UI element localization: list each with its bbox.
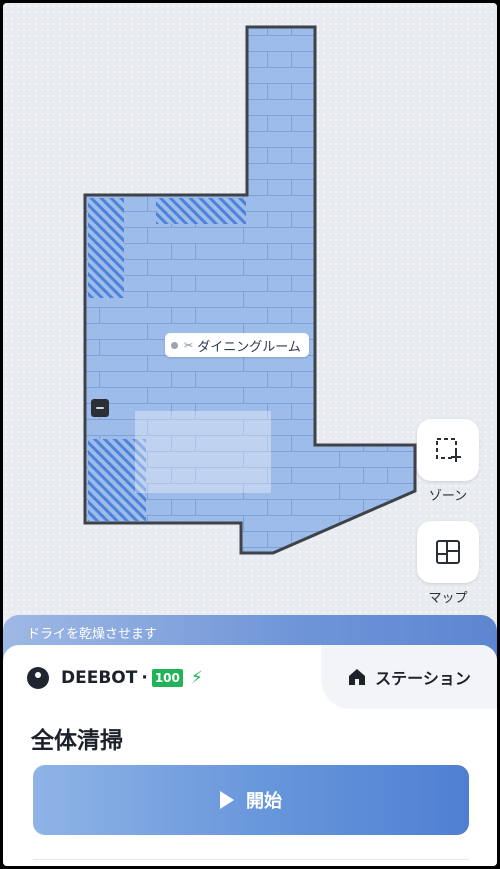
mop-area (135, 411, 271, 493)
status-text: ドライを乾燥させます (27, 627, 158, 642)
divider (33, 859, 469, 860)
control-panel: DEEBOT · 100 ⚡ ステーション 全体清掃 開始 (3, 645, 497, 866)
app-screen: ✂ ダイニングルーム ゾーン マップ ドライを乾燥させます DEEBOT · 1… (3, 3, 497, 866)
utensils-icon: ✂ (184, 338, 194, 352)
room-dot-icon (171, 341, 178, 349)
zone-button[interactable] (417, 419, 479, 481)
device-name: DEEBOT (61, 668, 138, 688)
room-label[interactable]: ✂ ダイニングルーム (165, 333, 309, 357)
station-label: ステーション (375, 669, 471, 688)
home-icon (349, 669, 366, 685)
room-label-text: ダイニングルーム (197, 339, 301, 355)
battery-badge: 100 (151, 669, 183, 687)
start-label: 開始 (246, 791, 282, 812)
robot-icon (91, 399, 109, 417)
mode-title: 全体清掃 (31, 728, 123, 754)
hatched-zone (156, 198, 246, 224)
robot-device-icon (27, 667, 49, 689)
device-info[interactable]: DEEBOT · 100 ⚡ (27, 667, 203, 689)
map-button[interactable] (417, 521, 479, 583)
start-button[interactable]: 開始 (33, 765, 469, 835)
play-icon (220, 791, 234, 809)
map-area[interactable]: ✂ ダイニングルーム ゾーン マップ (3, 3, 497, 623)
hatched-zone (88, 198, 124, 298)
map-icon (436, 540, 460, 564)
map-label: マップ (428, 591, 468, 606)
zone-icon (436, 438, 461, 462)
zone-label: ゾーン (428, 489, 468, 504)
device-separator: · (141, 668, 148, 688)
station-button[interactable]: ステーション (321, 645, 497, 709)
charging-bolt-icon: ⚡ (190, 668, 203, 688)
